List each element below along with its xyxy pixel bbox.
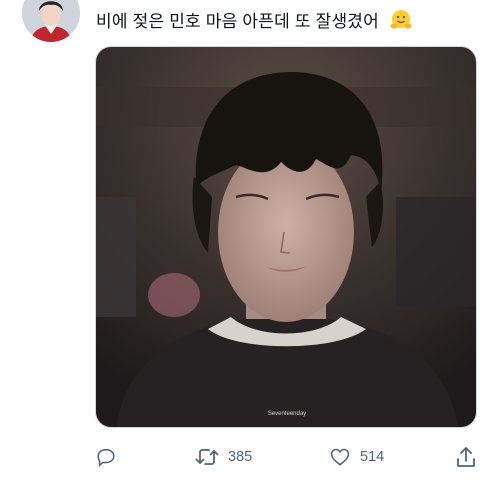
retweet-count: 385	[228, 449, 253, 465]
avatar[interactable]	[22, 0, 80, 42]
hugging-face-emoji	[390, 9, 412, 36]
heart-icon	[329, 446, 351, 468]
share-button[interactable]	[456, 443, 476, 471]
like-count: 514	[360, 449, 385, 465]
tweet-action-bar: 385 514	[95, 443, 477, 471]
retweet-icon	[195, 446, 219, 468]
retweet-button[interactable]: 385	[195, 443, 252, 471]
like-button[interactable]: 514	[329, 443, 384, 471]
share-icon	[456, 446, 476, 468]
tweet-text: 비에 젖은 민호 마음 아픈데 또 잘생겼어	[96, 9, 412, 36]
reply-icon	[95, 446, 117, 468]
tweet-media-image[interactable]: Seventeenday	[95, 46, 477, 428]
tweet-text-content: 비에 젖은 민호 마음 아픈데 또 잘생겼어	[96, 11, 379, 31]
reply-button[interactable]	[95, 443, 117, 471]
media-watermark: Seventeenday	[268, 411, 306, 417]
